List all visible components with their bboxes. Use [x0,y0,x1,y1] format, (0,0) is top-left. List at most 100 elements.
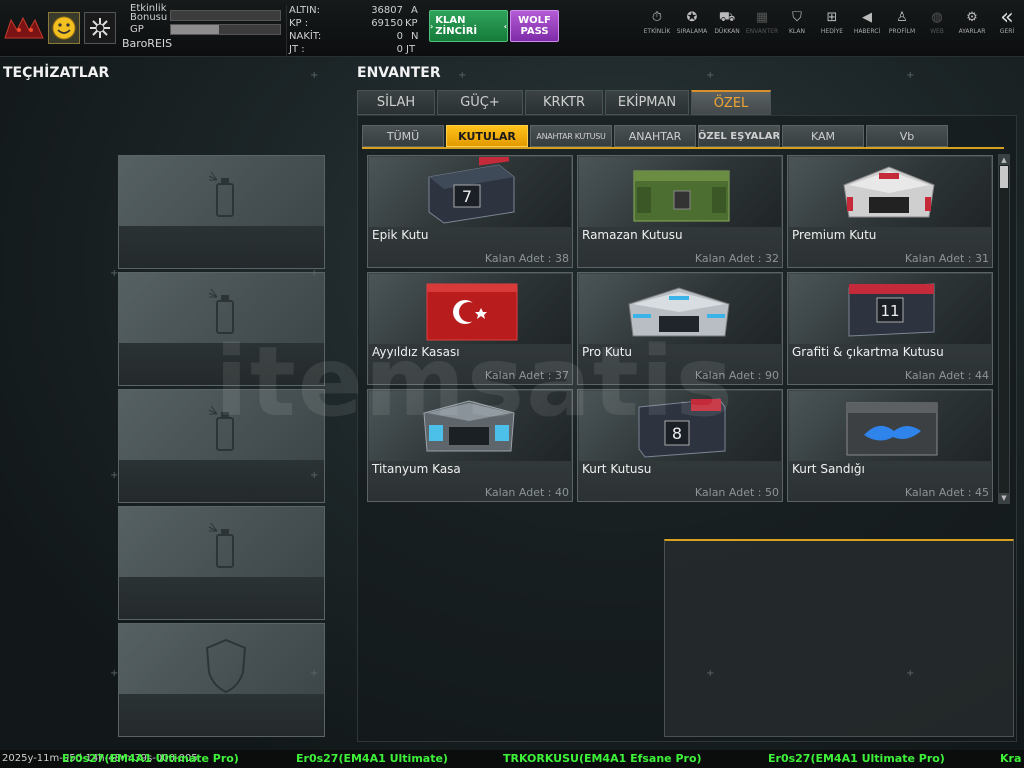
plus-marker-icon: + [906,70,915,81]
tab-krktr[interactable]: KRKTR [525,90,603,115]
item-image [789,157,991,227]
item-name: Epik Kutu [372,228,429,242]
subtab-anahtar[interactable]: ANAHTAR [614,125,696,147]
plus-marker-icon: + [458,70,467,81]
scroll-thumb[interactable] [1000,166,1008,188]
currency-row-jt: JT : 0 JT [287,44,427,56]
item-count: Kalan Adet : 44 [904,369,989,382]
ticker-item: Er0s27(EM4A1 Ultimate Pro) [768,752,945,765]
scroll-up-icon[interactable]: ▲ [999,155,1009,165]
wolf-pass-button[interactable]: WOLF PASS [510,10,559,42]
item-image [789,391,991,461]
crate-ramazan-icon [633,170,730,222]
subtab-kam[interactable]: KAM [782,125,864,147]
sub-tab-underline [362,147,1004,149]
currency-label: NAKİT: [289,31,322,42]
stopwatch-icon: ⏱ [651,10,663,25]
nav-profilm[interactable]: ♙ PROFİLM [885,8,919,48]
profile-icon: ♙ [896,10,908,25]
nav-dukkan[interactable]: ⛟ DÜKKAN [710,8,744,48]
username: BaroREIS [122,37,173,50]
plus-marker-icon: + [110,268,119,279]
globe-icon: ◍ [931,10,943,25]
ticker-item: Er0s27(EM4A1 Ultimate) [296,752,448,765]
nav-label: ETKİNLİK [643,28,671,35]
nav-hediye[interactable]: ⊞ HEDİYE [815,8,849,48]
nav-label: PROFİLM [888,28,916,35]
subtab-tumu[interactable]: TÜMÜ [362,125,444,147]
nav-label: DÜKKAN [714,28,740,35]
plus-marker-icon: + [310,668,319,679]
gp-progress-bar [170,24,281,35]
currency-label: KP : [289,18,309,29]
currency-value: 0 [396,31,403,42]
wolf-pass-line1: WOLF [518,15,551,26]
rank-badge [84,12,116,44]
equip-slot-1[interactable] [118,155,325,269]
item-card-kurt-sandigi[interactable]: Kurt Sandığı Kalan Adet : 45 [787,389,993,502]
currency-unit: A [411,5,418,16]
currency-row-kp: KP : 69150 KP [287,18,427,30]
item-card-premium-kutu[interactable]: Premium Kutu Kalan Adet : 31 [787,155,993,268]
tab-ekipman[interactable]: EKİPMAN [605,90,689,115]
equip-slot-4[interactable] [118,506,325,620]
gp-label: GP [130,24,144,35]
subtab-ozel-esyalar[interactable]: ÖZEL EŞYALAR [698,125,780,147]
back-chevron-icon: « [1000,5,1014,30]
plus-marker-icon: + [906,668,915,679]
svg-text:7: 7 [462,187,472,206]
item-card-grafiti-kutusu[interactable]: 11 Grafiti & çıkartma Kutusu Kalan Adet … [787,272,993,385]
currency-row-altin: ALTIN: 36807 A [287,5,427,17]
item-count: Kalan Adet : 50 [694,486,779,499]
nav-siralama[interactable]: ✪ SIRALAMA [675,8,709,48]
currency-unit: KP [405,18,418,29]
item-card-ramazan-kutusu[interactable]: Ramazan Kutusu Kalan Adet : 32 [577,155,783,268]
gear-icon: ⚙ [966,10,978,25]
klan-zinciri-label: KLAN ZİNCİRİ [435,15,478,37]
bonus-label: Etkinlik Bonusu [130,3,168,23]
item-name: Premium Kutu [792,228,877,242]
item-name: Kurt Kutusu [582,462,652,476]
item-image: 7 [369,157,571,227]
plus-marker-icon: + [110,668,119,679]
nav-klan[interactable]: ⛉ KLAN [780,8,814,48]
item-image: 11 [789,274,991,344]
item-name: Kurt Sandığı [792,462,865,476]
plus-marker-icon: + [310,470,319,481]
nav-geri[interactable]: « GERİ [990,5,1024,48]
item-name: Ramazan Kutusu [582,228,683,242]
crate-epik-icon: 7 [428,157,515,224]
nav-envanter[interactable]: ▦ ENVANTER [745,8,779,48]
nav-label: HEDİYE [820,28,844,35]
inventory-scrollbar[interactable]: ▲ ▼ [998,154,1010,504]
ticker-item: TRKORKUSU(EM4A1 Efsane Pro) [503,752,702,765]
plus-marker-icon: + [310,70,319,81]
megaphone-icon: ◀ [862,10,872,25]
tab-guc[interactable]: GÜÇ+ [437,90,523,115]
item-count: Kalan Adet : 45 [904,486,989,499]
item-image [579,157,781,227]
avatar[interactable] [48,12,80,44]
equip-slot-5[interactable] [118,623,325,737]
nav-etkinlik[interactable]: ⏱ ETKİNLİK [640,8,674,48]
currency-unit: N [411,31,419,42]
top-bar: Etkinlik Bonusu GP BaroREIS ALTIN: 36807… [0,0,1024,57]
wolf-logo-icon [4,16,44,39]
nav-ayarlar[interactable]: ⚙ AYARLAR [955,8,989,48]
chevron-left-icon: ‹ [503,21,507,31]
subtab-anahtar-kutusu[interactable]: ANAHTAR KUTUSU [530,125,612,147]
subtab-kutular[interactable]: KUTULAR [446,125,528,147]
klan-zinciri-button[interactable]: › KLAN ZİNCİRİ ‹ [429,10,508,42]
item-card-epik-kutu[interactable]: 7 Epik Kutu Kalan Adet : 38 [367,155,573,268]
rank-star-icon [90,18,110,38]
nav-label: WEB [930,28,944,35]
scroll-down-icon[interactable]: ▼ [999,493,1009,503]
tab-ozel[interactable]: ÖZEL [691,90,771,115]
plus-marker-icon: + [310,268,319,279]
nav-web[interactable]: ◍ WEB [920,8,954,48]
subtab-vb[interactable]: Vb [866,125,948,147]
nav-haberci[interactable]: ◀ HABERCİ [850,8,884,48]
currency-panel: ALTIN: 36807 A KP : 69150 KP NAKİT: 0 N … [286,5,426,57]
currency-value: 69150 [371,18,403,29]
tab-silah[interactable]: SİLAH [357,90,435,115]
